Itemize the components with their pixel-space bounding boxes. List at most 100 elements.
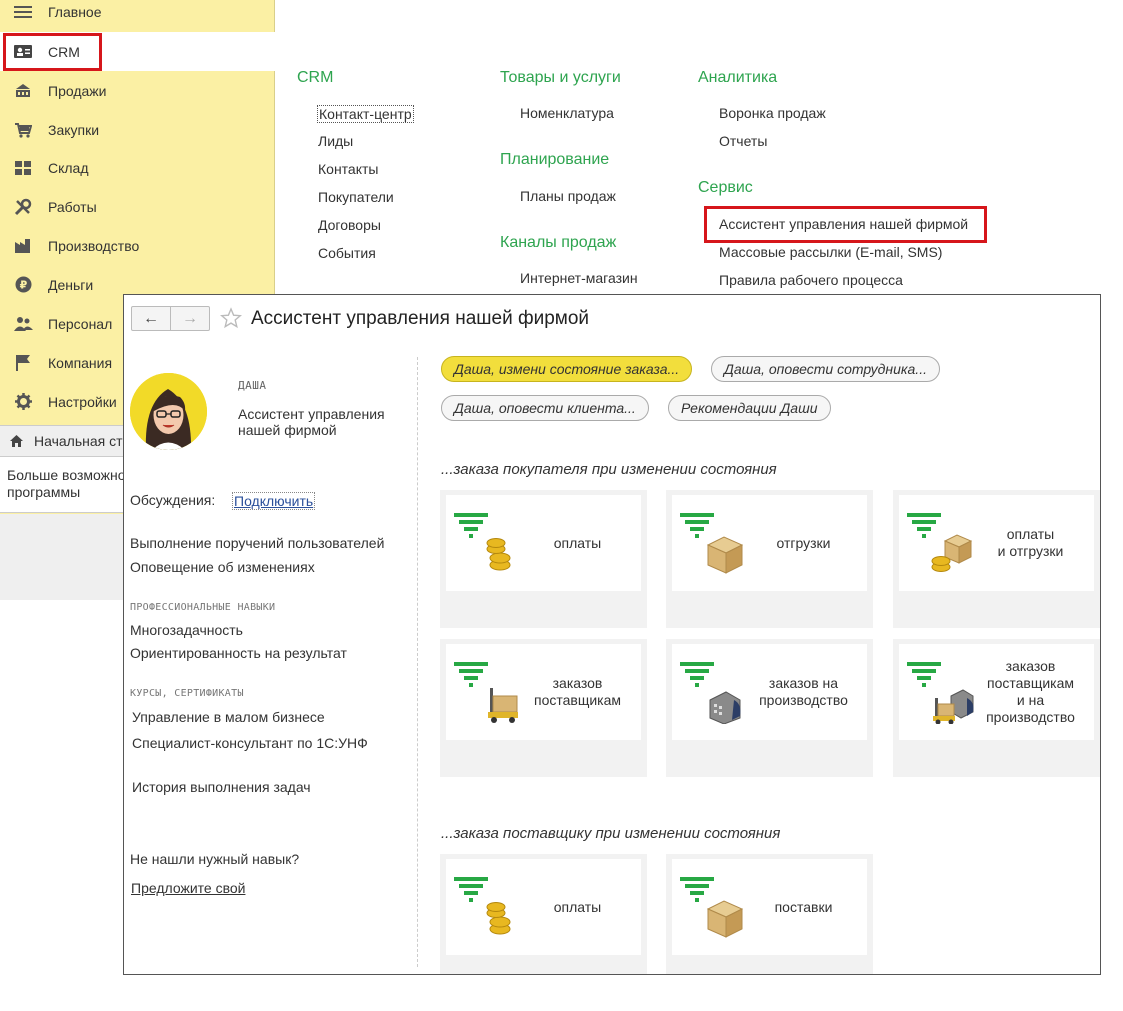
home-icon — [9, 434, 24, 448]
funnel-loader-icon — [454, 662, 518, 723]
contacts-card-icon — [11, 43, 35, 61]
factory-icon — [11, 237, 35, 255]
menu-link-contracts[interactable]: Договоры — [318, 217, 381, 233]
course-item: Управление в малом бизнесе — [132, 709, 325, 725]
sidebar-item-label: Производство — [48, 237, 140, 254]
tile-label: оплаты — [553, 898, 602, 915]
action-notify-employee[interactable]: Даша, оповести сотрудника... — [711, 356, 940, 382]
warehouse-boxes-icon — [11, 159, 35, 177]
menu-link-customers[interactable]: Покупатели — [318, 189, 394, 205]
tile-production-orders[interactable]: заказов на производство — [666, 639, 873, 777]
funnel-box-icon — [680, 877, 744, 938]
sidebar-item-works[interactable]: Работы — [0, 187, 275, 226]
courses-header: КУРСЫ, СЕРТИФИКАТЫ — [130, 688, 244, 699]
sidebar-item-label: Продажи — [48, 82, 107, 99]
people-icon — [11, 315, 35, 333]
menu-heading-goods: Товары и услуги — [500, 69, 621, 86]
menu-lines-icon — [11, 3, 35, 21]
sidebar-item-production[interactable]: Производство — [0, 226, 275, 265]
menu-heading-service: Сервис — [698, 179, 753, 196]
start-page-label: Начальная ст — [34, 433, 123, 449]
sidebar-item-main[interactable]: Главное — [0, 0, 275, 31]
menu-link-nomenclature[interactable]: Номенклатура — [520, 105, 614, 121]
cart-icon — [11, 121, 35, 139]
menu-link-assistant[interactable]: Ассистент управления нашей фирмой — [719, 216, 968, 232]
assistant-window: ← → Ассистент управления нашей фирмой ДА… — [123, 294, 1101, 975]
sidebar-item-label: Компания — [48, 354, 113, 371]
sidebar-item-label: Деньги — [48, 276, 94, 293]
menu-heading-crm: CRM — [297, 69, 334, 86]
suggest-skill-link[interactable]: Предложите свой — [131, 880, 245, 896]
skill-not-found-text: Не нашли нужный навык? — [130, 851, 300, 867]
menu-link-reports[interactable]: Отчеты — [719, 133, 767, 149]
funnel-coins-icon — [454, 877, 511, 935]
favorite-star-icon[interactable] — [220, 307, 242, 329]
sidebar-item-label: Закупки — [48, 121, 100, 138]
funnel-box-icon — [680, 513, 744, 574]
more-features-label: Больше возможно программы — [7, 467, 126, 500]
menu-link-sales-plans[interactable]: Планы продаж — [520, 188, 616, 204]
menu-link-online-store[interactable]: Интернет-магазин — [520, 270, 638, 286]
tile-label: оплаты и отгрузки — [997, 526, 1064, 559]
svg-text:₽: ₽ — [19, 279, 27, 292]
menu-link-workflow-rules[interactable]: Правила рабочего процесса — [719, 272, 903, 288]
action-recommendations[interactable]: Рекомендации Даши — [668, 395, 831, 421]
tile-label: оплаты — [553, 534, 602, 551]
menu-heading-channels: Каналы продаж — [500, 234, 617, 251]
action-notify-client[interactable]: Даша, оповести клиента... — [441, 395, 649, 421]
sidebar-item-warehouse[interactable]: Склад — [0, 148, 275, 187]
sidebar-item-purchases[interactable]: Закупки — [0, 110, 275, 149]
sidebar-item-label: CRM — [48, 43, 80, 60]
menu-link-contact-center[interactable]: Контакт-центр — [317, 105, 414, 123]
back-button[interactable]: ← — [132, 307, 170, 330]
connect-discussions-link[interactable]: Подключить — [232, 492, 316, 510]
arrow-right-icon: → — [182, 309, 198, 327]
duty-item: Оповещение об изменениях — [130, 559, 315, 575]
flag-icon — [11, 354, 35, 372]
tile-supplier-and-production-orders[interactable]: заказов поставщикам и на производство — [893, 639, 1100, 777]
menu-link-contacts[interactable]: Контакты — [318, 161, 378, 177]
tile-payment-and-shipment[interactable]: оплаты и отгрузки — [893, 490, 1100, 628]
funnel-factory-icon — [680, 662, 741, 724]
tile-payment[interactable]: оплаты — [440, 490, 647, 628]
menu-heading-analytics: Аналитика — [698, 69, 778, 86]
action-change-order-state[interactable]: Даша, измени состояние заказа... — [441, 356, 693, 382]
tools-icon — [11, 198, 35, 216]
sidebar-item-label: Настройки — [48, 393, 117, 410]
nav-buttons: ← → — [131, 306, 210, 331]
avatar — [130, 373, 207, 450]
forward-button[interactable]: → — [170, 307, 209, 330]
tile-supply[interactable]: поставки — [666, 854, 873, 974]
funnel-coins-icon — [454, 513, 511, 571]
sidebar-item-label: Персонал — [48, 315, 113, 332]
tile-shipment[interactable]: отгрузки — [666, 490, 873, 628]
funnel-loader-factory-icon — [907, 662, 974, 724]
menu-link-events[interactable]: События — [318, 245, 376, 261]
task-history-link[interactable]: История выполнения задач — [132, 779, 311, 795]
duty-item: Выполнение поручений пользователей — [130, 535, 385, 551]
sidebar-item-label: Главное — [48, 3, 102, 20]
menu-heading-planning: Планирование — [500, 151, 610, 168]
tile-supplier-orders[interactable]: заказов поставщикам — [440, 639, 647, 777]
discussions-label: Обсуждения: — [130, 492, 216, 508]
assistant-role: Ассистент управления нашей фирмой — [238, 406, 385, 438]
sidebar-item-label: Склад — [48, 159, 89, 176]
tile-label: заказов поставщикам — [533, 675, 622, 708]
ruble-coin-icon: ₽ — [11, 276, 35, 294]
window-title: Ассистент управления нашей фирмой — [251, 308, 590, 329]
assistant-name: ДАША — [238, 379, 267, 392]
gear-icon — [11, 393, 35, 411]
arrow-left-icon: ← — [143, 309, 159, 327]
menu-link-sales-funnel[interactable]: Воронка продаж — [719, 105, 826, 121]
tile-supplier-payment[interactable]: оплаты — [440, 854, 647, 974]
sidebar-item-crm[interactable]: CRM — [0, 32, 275, 71]
sidebar-item-sales[interactable]: Продажи — [0, 71, 275, 110]
skill-item: Многозадачность — [130, 622, 243, 638]
menu-link-mass-mailing[interactable]: Массовые рассылки (E-mail, SMS) — [719, 244, 942, 260]
menu-link-leads[interactable]: Лиды — [318, 133, 353, 149]
funnel-box-coins-icon — [907, 513, 973, 572]
tile-label: заказов поставщикам и на производство — [986, 658, 1075, 725]
sidebar-item-label: Работы — [48, 198, 97, 215]
section-title-customer-order: ...заказа покупателя при изменении состо… — [441, 461, 777, 478]
cash-register-icon — [11, 82, 35, 100]
